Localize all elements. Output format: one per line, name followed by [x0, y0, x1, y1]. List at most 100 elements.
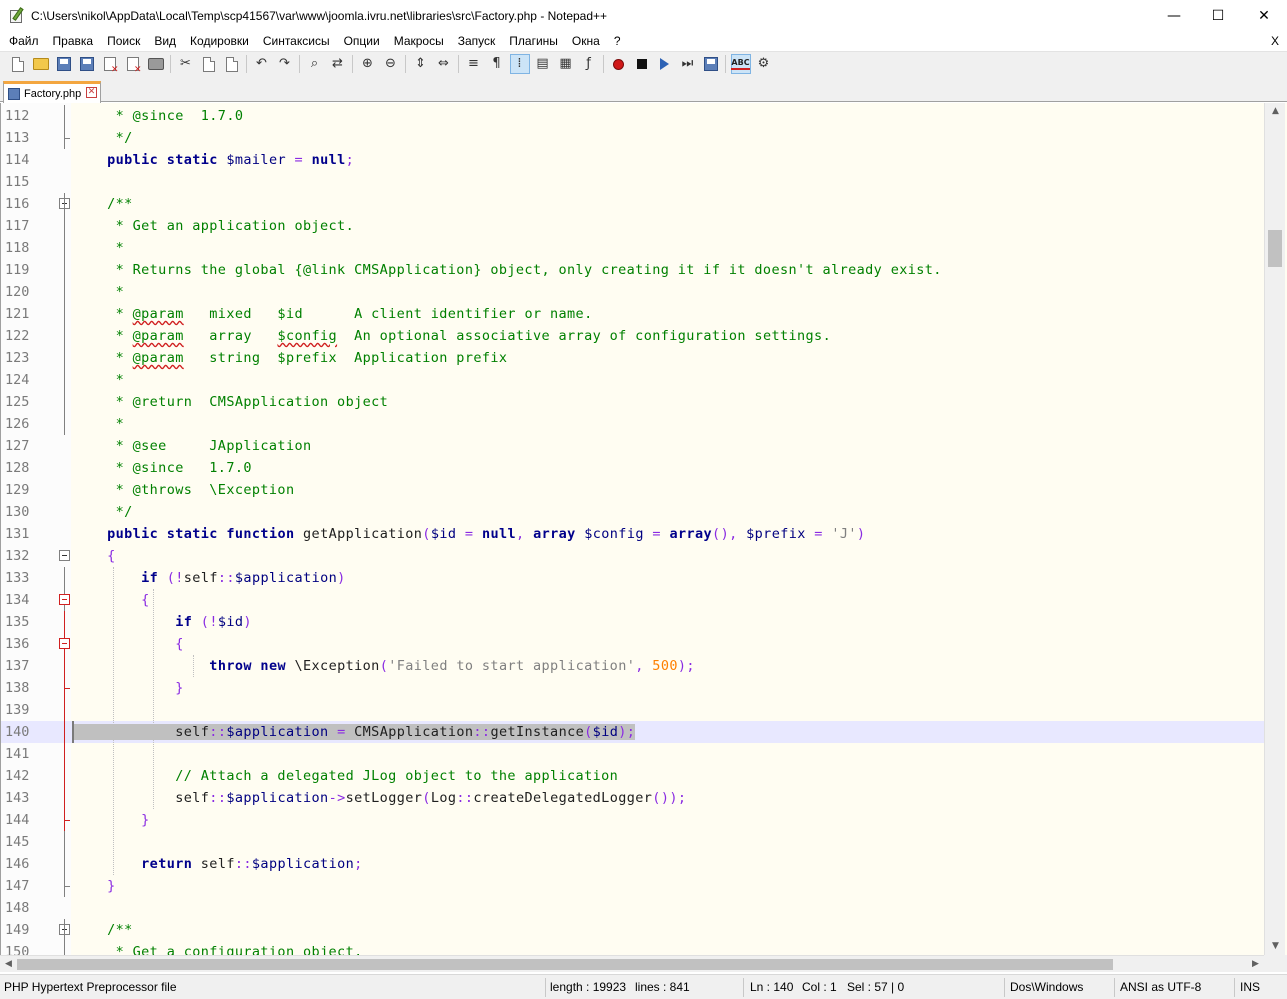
menu-macro[interactable]: Макросы [387, 31, 451, 51]
code-line[interactable]: 144 } [1, 809, 1265, 831]
code-line[interactable]: 113 */ [1, 127, 1265, 149]
fold-toggle-icon[interactable] [59, 550, 70, 561]
indent-guide-icon[interactable]: ⁞ [509, 54, 530, 74]
menu-file[interactable]: Файл [2, 31, 46, 51]
code-line[interactable]: 147 } [1, 875, 1265, 897]
zoom-out-icon[interactable]: ⊖ [381, 54, 401, 74]
code-line[interactable]: 141 [1, 743, 1265, 765]
save-macro-icon[interactable] [701, 54, 721, 74]
menu-settings[interactable]: Опции [337, 31, 387, 51]
tab-factory-php[interactable]: Factory.php ✕ [3, 81, 101, 103]
play-macro-icon[interactable] [655, 54, 675, 74]
code-line[interactable]: 150 * Get a configuration object. [1, 941, 1265, 955]
run-macro-multiple-icon[interactable]: ⏭ [678, 54, 698, 74]
code-editor[interactable]: 112 * @since 1.7.0 113 */114 public stati… [0, 103, 1287, 955]
user-lang-icon[interactable]: ▤ [533, 54, 553, 74]
code-line[interactable]: 122 * @param array $config An optional a… [1, 325, 1265, 347]
replace-icon[interactable]: ⇄ [328, 54, 348, 74]
code-line[interactable]: 146 return self::$application; [1, 853, 1265, 875]
spell-check-settings-icon[interactable]: ⚙ [754, 54, 774, 74]
save-all-icon[interactable] [77, 54, 97, 74]
menu-plugins[interactable]: Плагины [502, 31, 565, 51]
zoom-in-icon[interactable]: ⊕ [358, 54, 378, 74]
code-line[interactable]: 133 if (!self::$application) [1, 567, 1265, 589]
code-line[interactable]: 136 { [1, 633, 1265, 655]
code-line[interactable]: 134 { [1, 589, 1265, 611]
code-line[interactable]: 117 * Get an application object. [1, 215, 1265, 237]
scroll-down-icon[interactable]: ▼ [1265, 938, 1286, 955]
code-line[interactable]: 137 throw new \Exception('Failed to star… [1, 655, 1265, 677]
code-line[interactable]: 126 * [1, 413, 1265, 435]
record-macro-icon[interactable] [609, 54, 629, 74]
close-document-button[interactable]: X [1271, 31, 1279, 51]
close-window-button[interactable]: ✕ [1241, 0, 1287, 31]
menu-window[interactable]: Окна [565, 31, 607, 51]
horizontal-scroll-thumb[interactable] [17, 959, 1113, 970]
code-line[interactable]: 128 * @since 1.7.0 [1, 457, 1265, 479]
code-line[interactable]: 140 self::$application = CMSApplication:… [1, 721, 1265, 743]
code-line[interactable]: 125 * @return CMSApplication object [1, 391, 1265, 413]
scroll-up-icon[interactable]: ▲ [1265, 103, 1286, 120]
open-file-icon[interactable] [31, 54, 51, 74]
code-line[interactable]: 142 // Attach a delegated JLog object to… [1, 765, 1265, 787]
print-icon[interactable] [146, 54, 166, 74]
menu-encoding[interactable]: Кодировки [183, 31, 256, 51]
menu-language[interactable]: Синтаксисы [256, 31, 337, 51]
code-line[interactable]: 132 { [1, 545, 1265, 567]
copy-icon[interactable] [199, 54, 219, 74]
code-line[interactable]: 145 [1, 831, 1265, 853]
menu-run[interactable]: Запуск [451, 31, 503, 51]
undo-icon[interactable]: ↶ [252, 54, 272, 74]
close-all-icon[interactable] [123, 54, 143, 75]
vertical-scroll-thumb[interactable] [1268, 230, 1282, 267]
code-line[interactable]: 123 * @param string $prefix Application … [1, 347, 1265, 369]
fold-toggle-icon[interactable] [59, 594, 70, 605]
code-line[interactable]: 121 * @param mixed $id A client identifi… [1, 303, 1265, 325]
doc-map-icon[interactable]: ▦ [556, 54, 576, 74]
code-line[interactable]: 118 * [1, 237, 1265, 259]
code-line[interactable]: 131 public static function getApplicatio… [1, 523, 1265, 545]
code-line[interactable]: 143 self::$application->setLogger(Log::c… [1, 787, 1265, 809]
vertical-scrollbar[interactable]: ▲ ▼ [1264, 103, 1285, 955]
spell-check-icon[interactable]: ABC [730, 54, 751, 74]
cut-icon[interactable]: ✂ [176, 54, 196, 74]
code-line[interactable]: 139 [1, 699, 1265, 721]
code-line[interactable]: 127 * @see JApplication [1, 435, 1265, 457]
menu-search[interactable]: Поиск [100, 31, 147, 51]
new-file-icon[interactable] [8, 54, 28, 74]
save-icon[interactable] [54, 54, 74, 74]
sync-vertical-icon[interactable]: ⇕ [411, 54, 431, 74]
code-line[interactable]: 135 if (!$id) [1, 611, 1265, 633]
maximize-button[interactable]: ☐ [1195, 0, 1241, 31]
menu-view[interactable]: Вид [147, 31, 183, 51]
scroll-right-icon[interactable]: ▶ [1247, 956, 1264, 973]
function-list-icon[interactable]: ƒ [579, 54, 599, 74]
horizontal-scrollbar[interactable]: ◀ ▶ [0, 955, 1264, 972]
close-icon[interactable] [100, 54, 120, 75]
tab-close-icon[interactable]: ✕ [86, 87, 97, 98]
find-icon[interactable]: ⌕ [305, 54, 325, 74]
code-line[interactable]: 119 * Returns the global {@link CMSAppli… [1, 259, 1265, 281]
code-line[interactable]: 112 * @since 1.7.0 [1, 105, 1265, 127]
code-line[interactable]: 116 /** [1, 193, 1265, 215]
code-line[interactable]: 130 */ [1, 501, 1265, 523]
code-line[interactable]: 138 } [1, 677, 1265, 699]
paste-icon[interactable] [222, 54, 242, 74]
code-line[interactable]: 114 public static $mailer = null; [1, 149, 1265, 171]
menu-edit[interactable]: Правка [46, 31, 101, 51]
code-line[interactable]: 149 /** [1, 919, 1265, 941]
scroll-left-icon[interactable]: ◀ [0, 956, 17, 973]
code-line[interactable]: 115 [1, 171, 1265, 193]
word-wrap-icon[interactable]: ≡ [464, 54, 484, 74]
code-line[interactable]: 129 * @throws \Exception [1, 479, 1265, 501]
stop-record-icon[interactable] [632, 54, 652, 74]
show-all-chars-icon[interactable]: ¶ [487, 54, 507, 74]
minimize-button[interactable]: — [1151, 0, 1197, 31]
redo-icon[interactable]: ↷ [275, 54, 295, 74]
sync-horizontal-icon[interactable]: ⇔ [434, 54, 454, 74]
code-line[interactable]: 148 [1, 897, 1265, 919]
menu-help[interactable]: ? [607, 31, 628, 51]
code-line[interactable]: 120 * [1, 281, 1265, 303]
fold-toggle-icon[interactable] [59, 638, 70, 649]
code-line[interactable]: 124 * [1, 369, 1265, 391]
